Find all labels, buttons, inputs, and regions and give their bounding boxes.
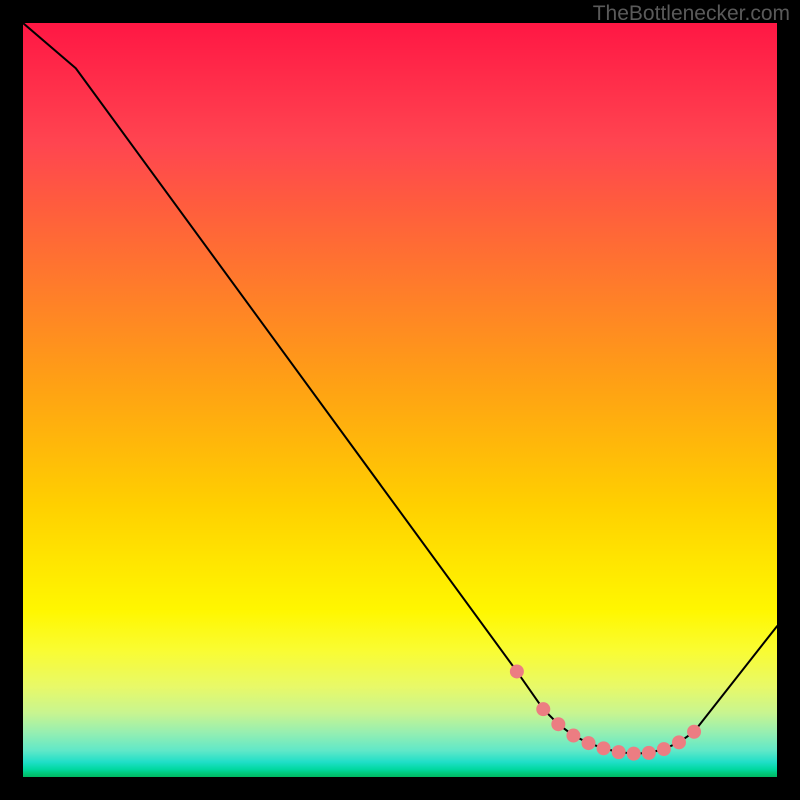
marker-dot <box>551 717 565 731</box>
marker-dot <box>687 725 701 739</box>
marker-dot <box>566 729 580 743</box>
marker-dot <box>612 745 626 759</box>
marker-dot <box>582 736 596 750</box>
marker-dot <box>597 741 611 755</box>
line-series <box>23 23 777 754</box>
plot-area <box>23 23 777 777</box>
marker-dot <box>510 664 524 678</box>
marker-dot <box>657 742 671 756</box>
chart-container: TheBottlenecker.com <box>0 0 800 800</box>
watermark-text: TheBottlenecker.com <box>593 2 790 26</box>
marker-dot <box>627 747 641 761</box>
curve-line <box>23 23 777 754</box>
marker-dot <box>536 702 550 716</box>
marker-dot <box>642 746 656 760</box>
chart-svg <box>23 23 777 777</box>
marker-dot <box>672 735 686 749</box>
